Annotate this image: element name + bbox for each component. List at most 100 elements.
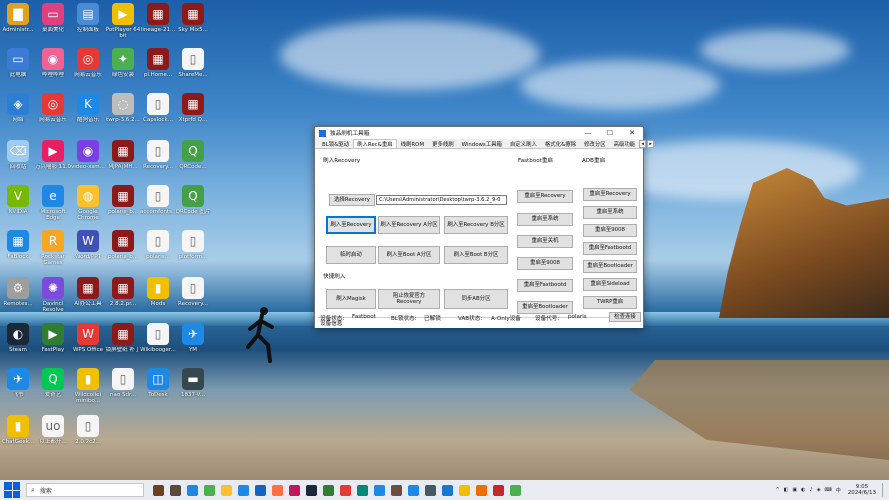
tab-scroll-right-button[interactable]: ▸ <box>647 140 655 148</box>
desktop-icon[interactable]: ▦ pl.Home... <box>140 48 176 94</box>
taskbar-app-icon[interactable] <box>493 484 504 496</box>
desktop-icon[interactable]: ▯ nao Sdr... <box>105 368 141 414</box>
tab-flash-rec-reboot[interactable]: 刷入Rec&重启 <box>353 139 397 148</box>
desktop-icon[interactable]: ▯ accomfonts... <box>140 185 176 231</box>
taskbar-app-icon[interactable] <box>170 484 181 496</box>
twrp-reboot-button[interactable]: TWRP重启 <box>583 296 637 309</box>
desktop-icon[interactable]: ▯ Wikibooger... <box>140 323 176 369</box>
clock[interactable]: 9:05 2024/6/13 <box>848 484 876 497</box>
desktop-icon[interactable]: ▯ 2.0.2c2... <box>70 415 106 461</box>
search-box[interactable]: ⌕ 搜索 <box>26 483 144 497</box>
fastboot-reboot-system-button[interactable]: 重启至系统 <box>517 213 573 226</box>
desktop-icon[interactable]: ▇ Administr... <box>0 3 36 49</box>
taskbar-app-icon[interactable] <box>204 484 215 496</box>
desktop-icon[interactable]: Q QRCode 图片 <box>175 185 211 231</box>
tab-partition[interactable]: 修改分区 <box>580 139 610 148</box>
desktop-icon[interactable]: ▦ MJPA(MH... <box>105 140 141 186</box>
taskbar-app-icon[interactable] <box>442 484 453 496</box>
tab-more-flash[interactable]: 更多线刷 <box>428 139 458 148</box>
tab-advanced[interactable]: 高级功能 <box>610 139 640 148</box>
flash-magisk-button[interactable]: 刷入Magisk <box>326 289 376 309</box>
fastboot-reboot-9008-button[interactable]: 重启至9008 <box>517 257 573 270</box>
desktop-icon[interactable]: ◫ ToDesk <box>140 368 176 414</box>
desktop-icon[interactable]: ▦ polaris_b... <box>105 185 141 231</box>
tab-custom-flash[interactable]: 自定义刷入 <box>506 139 541 148</box>
taskbar-app-icon[interactable] <box>187 484 198 496</box>
desktop-icon[interactable]: e Microsoft Edge <box>35 185 71 231</box>
flash-boot-b-button[interactable]: 刷入至Boot B分区 <box>444 246 508 264</box>
adb-reboot-9008-button[interactable]: 重启至9008 <box>583 224 637 237</box>
flash-recovery-a-button[interactable]: 刷入至Recovery A分区 <box>378 216 440 234</box>
desktop-icon[interactable]: ▦ Sky Mix5... <box>175 3 211 49</box>
desktop-icon[interactable]: ▦ 2.8.2.pr... <box>105 277 141 323</box>
close-button[interactable]: ✕ <box>621 129 643 137</box>
desktop-icon[interactable]: ◐ Steam <box>0 323 36 369</box>
desktop-icon[interactable]: ▭ 桌面美化 <box>35 3 71 49</box>
tray-icon[interactable]: ▣ <box>792 487 797 494</box>
taskbar-app-icon[interactable] <box>408 484 419 496</box>
tab-format-erase[interactable]: 格式化&擦除 <box>541 139 580 148</box>
desktop-icon[interactable]: ▦ Xtprfd Q... <box>175 93 211 139</box>
desktop-icon[interactable]: ✈ YM <box>175 323 211 369</box>
desktop-icon[interactable]: ▯ plotform... <box>175 230 211 276</box>
taskbar-app-icon[interactable] <box>255 484 266 496</box>
tab-bl-driver[interactable]: BL锁&驱动 <box>318 139 353 148</box>
taskbar-app-icon[interactable] <box>510 484 521 496</box>
desktop-icon[interactable]: ▶ PotPlayer 64 bit <box>105 3 141 49</box>
temp-boot-button[interactable]: 临时启动 <box>326 246 376 264</box>
maximize-button[interactable]: ☐ <box>599 129 621 137</box>
tray-icon[interactable]: ⌨ <box>825 487 832 494</box>
check-connection-button[interactable]: 检查连接 <box>609 312 641 322</box>
tab-flash-rom[interactable]: 线刷ROM <box>397 139 428 148</box>
taskbar-app-icon[interactable] <box>306 484 317 496</box>
desktop-icon[interactable]: ▶ FastPlay <box>35 323 71 369</box>
adb-reboot-system-button[interactable]: 重启至系统 <box>583 206 637 219</box>
desktop-icon[interactable]: ▦ 锁屏壁纸 补丁 <box>105 323 141 369</box>
desktop-icon[interactable]: ▯ Recovery... <box>175 277 211 323</box>
desktop-icon[interactable]: W Word/PPT <box>70 230 106 276</box>
desktop-icon[interactable]: ◉ 哔哩哔哩 <box>35 48 71 94</box>
desktop-icon[interactable]: ▦ FaBlock <box>0 230 36 276</box>
desktop-icon[interactable]: ✈ 飞书 <box>0 368 36 414</box>
taskbar-app-icon[interactable] <box>272 484 283 496</box>
desktop-icon[interactable]: ▭ 此电脑 <box>0 48 36 94</box>
sync-ab-button[interactable]: 同步AB分区 <box>444 289 508 309</box>
desktop-icon[interactable]: ▯ polaris... <box>140 230 176 276</box>
adb-reboot-recovery-button[interactable]: 重启至Recovery <box>583 188 637 201</box>
desktop-icon[interactable]: ▯ Capslock... <box>140 93 176 139</box>
taskbar-app-icon[interactable] <box>391 484 402 496</box>
desktop-icon[interactable]: ◎ 网易云音乐 <box>70 48 106 94</box>
desktop-icon[interactable]: ▶ 万兴喵影 11.0 <box>35 140 71 186</box>
show-desktop-button[interactable] <box>882 483 885 497</box>
desktop-icon[interactable]: Q QRCode... <box>175 140 211 186</box>
taskbar-app-icon[interactable] <box>340 484 351 496</box>
desktop-icon[interactable]: ◎ 网易云音乐 <box>35 93 71 139</box>
desktop-icon[interactable]: R Rockstar Games <box>35 230 71 276</box>
taskbar-app-icon[interactable] <box>425 484 436 496</box>
desktop-icon[interactable]: ✺ Davinci Resolve <box>35 277 71 323</box>
taskbar-app-icon[interactable] <box>374 484 385 496</box>
fastboot-reboot-recovery-button[interactable]: 重启至Recovery <box>517 190 573 203</box>
desktop-icon[interactable]: ▬ 1837-V... <box>175 368 211 414</box>
recovery-path-field[interactable]: C:\Users\Administrator\Desktop\twrp-3.6.… <box>376 195 507 205</box>
desktop-icon[interactable]: ⚙ Remotes... <box>0 277 36 323</box>
tab-windows-tools[interactable]: Windows工具箱 <box>458 139 506 148</box>
taskbar-app-icon[interactable] <box>459 484 470 496</box>
tray-icon[interactable]: ◈ <box>817 487 821 494</box>
tray-icon[interactable]: ◐ <box>801 487 805 494</box>
adb-reboot-bootloader-button[interactable]: 重启至Bootloader <box>583 260 637 273</box>
desktop-icon[interactable]: ▤ 控制面板 <box>70 3 106 49</box>
minimize-button[interactable]: — <box>577 129 599 137</box>
taskbar-app-icon[interactable] <box>221 484 232 496</box>
flash-recovery-b-button[interactable]: 刷入至Recovery B分区 <box>444 216 508 234</box>
desktop-icon[interactable]: ▮ Wildcollei minibo... <box>70 368 106 414</box>
desktop-icon[interactable]: ▯ Recovery... <box>140 140 176 186</box>
desktop-icon[interactable]: ◈ 网络 <box>0 93 36 139</box>
taskbar-app-icon[interactable] <box>238 484 249 496</box>
taskbar-app-icon[interactable] <box>357 484 368 496</box>
tray-icon[interactable]: 中 <box>836 487 841 494</box>
desktop-icon[interactable]: ◍ Google Chrome <box>70 185 106 231</box>
desktop-icon[interactable]: uo 以上都开... <box>35 415 71 461</box>
fastboot-poweroff-button[interactable]: 重启至关机 <box>517 235 573 248</box>
flash-boot-a-button[interactable]: 刷入至Boot A分区 <box>378 246 440 264</box>
